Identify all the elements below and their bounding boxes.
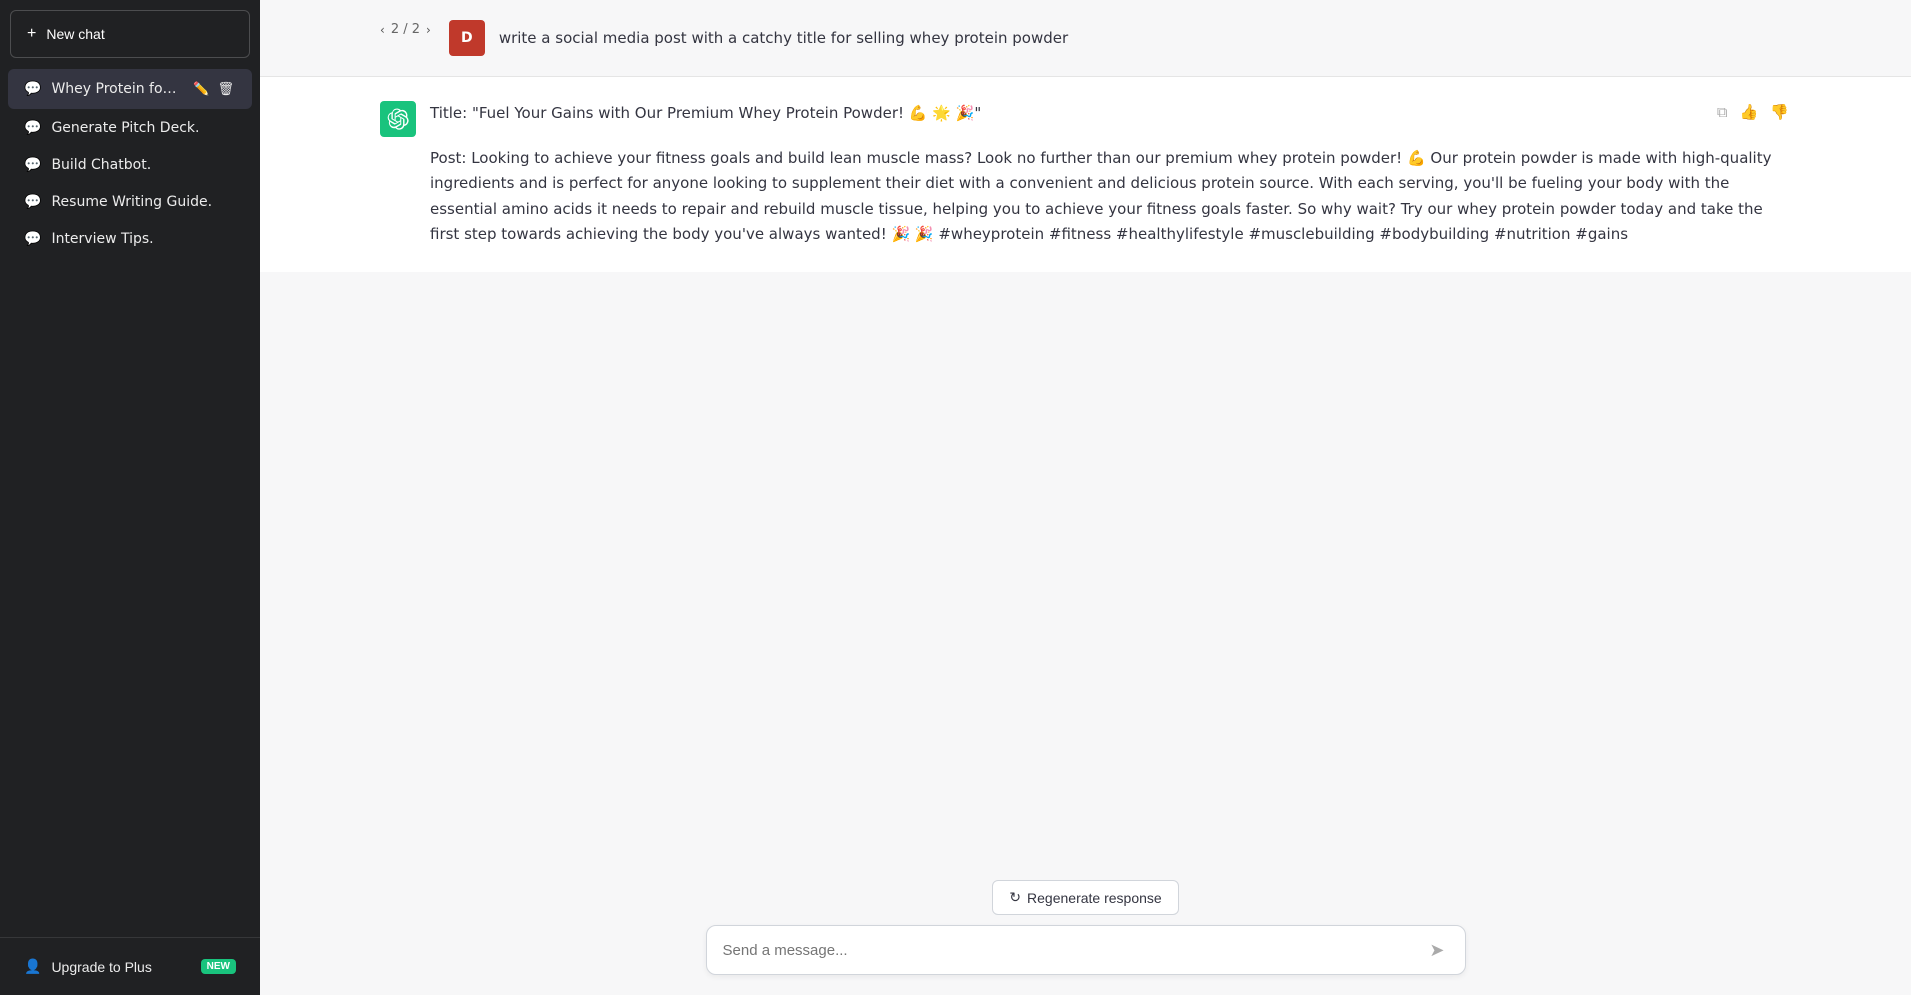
edit-chat-button[interactable]: ✏️ [191, 79, 211, 99]
user-message-text: write a social media post with a catchy … [499, 20, 1068, 50]
assistant-avatar [380, 101, 416, 137]
send-button[interactable]: ➤ [1425, 940, 1448, 961]
pagination: ‹ 2 / 2 › [380, 22, 431, 37]
user-message-row: ‹ 2 / 2 › D write a social media post wi… [260, 0, 1911, 77]
thumbs-up-button[interactable]: 👍 [1738, 101, 1761, 123]
input-container: ➤ [706, 925, 1466, 975]
new-chat-label: New chat [46, 26, 104, 42]
sidebar: + New chat 💬 Whey Protein for Gains. ✏️ … [0, 0, 260, 995]
sidebar-item-pitch-deck[interactable]: 💬 Generate Pitch Deck. [8, 110, 252, 146]
prev-arrow[interactable]: ‹ [380, 23, 385, 37]
plus-icon: + [27, 25, 36, 43]
sidebar-item-label-5: Interview Tips. [51, 231, 236, 247]
assistant-message-row: Title: "Fuel Your Gains with Our Premium… [260, 77, 1911, 272]
sidebar-item-label: Whey Protein for Gains. [51, 81, 181, 97]
sidebar-item-whey-protein[interactable]: 💬 Whey Protein for Gains. ✏️ 🗑 [8, 69, 252, 109]
chat-icon-4: 💬 [24, 194, 41, 210]
sidebar-item-label-3: Build Chatbot. [51, 157, 236, 173]
chat-icon-2: 💬 [24, 120, 41, 136]
send-icon: ➤ [1429, 940, 1444, 960]
sidebar-nav: 💬 Whey Protein for Gains. ✏️ 🗑 💬 Generat… [0, 64, 260, 937]
upgrade-button[interactable]: 👤 Upgrade to Plus NEW [10, 948, 250, 985]
delete-chat-button[interactable]: 🗑 [215, 79, 236, 99]
item-actions: ✏️ 🗑 [191, 79, 236, 99]
sidebar-item-resume-writing[interactable]: 💬 Resume Writing Guide. [8, 184, 252, 220]
copy-button[interactable]: ⧉ [1715, 101, 1730, 123]
message-input[interactable] [723, 938, 1426, 962]
main-content: ‹ 2 / 2 › D write a social media post wi… [260, 0, 1911, 995]
user-icon: 👤 [24, 958, 41, 975]
upgrade-label: Upgrade to Plus [51, 959, 151, 975]
regenerate-icon: ↻ [1009, 889, 1021, 906]
sidebar-item-interview-tips[interactable]: 💬 Interview Tips. [8, 221, 252, 257]
chat-icon-3: 💬 [24, 157, 41, 173]
assistant-post: Post: Looking to achieve your fitness go… [430, 146, 1791, 248]
message-actions: ⧉ 👍 👎 [1715, 101, 1791, 123]
assistant-title: Title: "Fuel Your Gains with Our Premium… [430, 101, 1791, 127]
thumbs-down-button[interactable]: 👎 [1768, 101, 1791, 123]
next-arrow[interactable]: › [426, 23, 431, 37]
sidebar-item-label-2: Generate Pitch Deck. [51, 120, 236, 136]
sidebar-item-label-4: Resume Writing Guide. [51, 194, 236, 210]
regenerate-button[interactable]: ↻ Regenerate response [992, 880, 1178, 915]
pagination-current: 2 / 2 [391, 22, 420, 37]
regenerate-label: Regenerate response [1027, 890, 1162, 906]
chat-area: ‹ 2 / 2 › D write a social media post wi… [260, 0, 1911, 868]
assistant-content: Title: "Fuel Your Gains with Our Premium… [430, 101, 1791, 248]
chat-icon: 💬 [24, 81, 41, 97]
chat-icon-5: 💬 [24, 231, 41, 247]
bottom-area: ↻ Regenerate response ➤ [260, 868, 1911, 995]
sidebar-footer: 👤 Upgrade to Plus NEW [0, 937, 260, 995]
new-badge: NEW [201, 959, 236, 974]
new-chat-button[interactable]: + New chat [10, 10, 250, 58]
sidebar-item-build-chatbot[interactable]: 💬 Build Chatbot. [8, 147, 252, 183]
user-avatar: D [449, 20, 485, 56]
